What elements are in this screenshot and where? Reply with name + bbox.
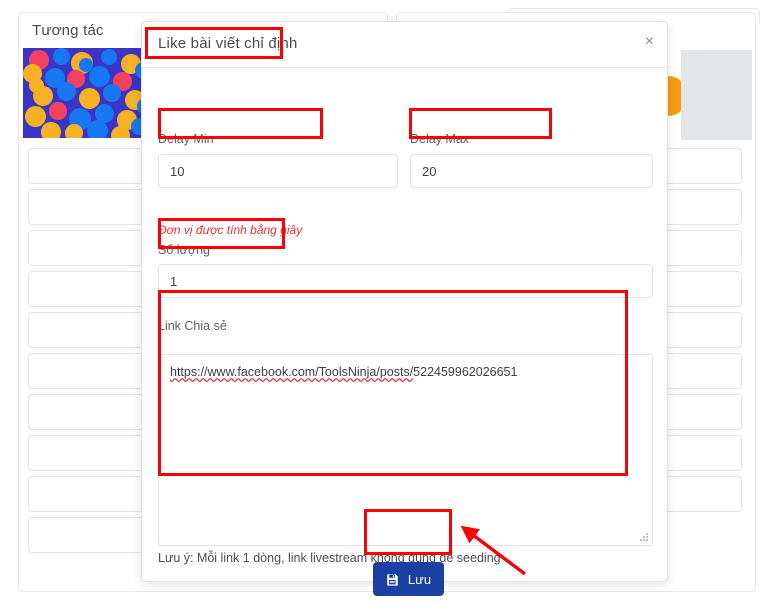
- save-button[interactable]: Lưu: [373, 562, 444, 596]
- reaction-haha-icon: [111, 126, 130, 138]
- reaction-like-icon: [89, 66, 110, 87]
- link-text-id: 522459962026651: [413, 365, 518, 379]
- resize-handle-icon[interactable]: [640, 533, 651, 544]
- reaction-haha-icon: [25, 106, 46, 127]
- link-text: https://www.facebook.com/ToolsNinja/post…: [170, 365, 414, 379]
- delay-min-label: Delay Min: [158, 132, 214, 146]
- delay-max-input[interactable]: [410, 154, 653, 188]
- reaction-like-icon: [53, 48, 70, 65]
- reaction-haha-icon: [41, 122, 61, 138]
- quantity-label: Số lượng: [158, 243, 211, 257]
- reaction-like-icon: [103, 84, 121, 102]
- delay-max-label: Delay Max: [410, 132, 470, 146]
- reaction-wow-icon: [65, 124, 83, 138]
- facebook-reactions-banner: [23, 48, 151, 138]
- quantity-input[interactable]: [158, 264, 653, 298]
- floppy-disk-icon: [386, 573, 399, 586]
- like-post-modal: Like bài viết chỉ định × Delay Min Delay…: [141, 21, 668, 596]
- reaction-like-icon: [57, 82, 76, 101]
- image-placeholder: [681, 50, 752, 140]
- reaction-love-icon: [49, 102, 67, 120]
- link-textarea[interactable]: https://www.facebook.com/ToolsNinja/post…: [158, 354, 653, 546]
- page-title: Tương tác: [32, 22, 104, 39]
- reaction-like-icon: [101, 49, 117, 65]
- note-text: Lưu ý: Mỗi link 1 dòng, link livestream …: [158, 551, 501, 565]
- delay-min-input[interactable]: [158, 154, 398, 188]
- reaction-like-icon: [87, 120, 108, 138]
- modal-title: Like bài viết chỉ định: [158, 35, 298, 52]
- close-icon[interactable]: ×: [645, 33, 654, 51]
- save-button-label: Lưu: [407, 571, 432, 587]
- delay-unit-hint: Đơn vị được tính bằng giây: [158, 223, 303, 237]
- modal-header: Like bài viết chỉ định ×: [142, 22, 667, 68]
- reaction-haha-icon: [29, 78, 44, 93]
- modal-body: Delay Min Delay Max Đơn vị được tính bằn…: [142, 68, 667, 596]
- link-label: Link Chia sẻ: [158, 319, 227, 333]
- reaction-like-icon: [79, 58, 93, 72]
